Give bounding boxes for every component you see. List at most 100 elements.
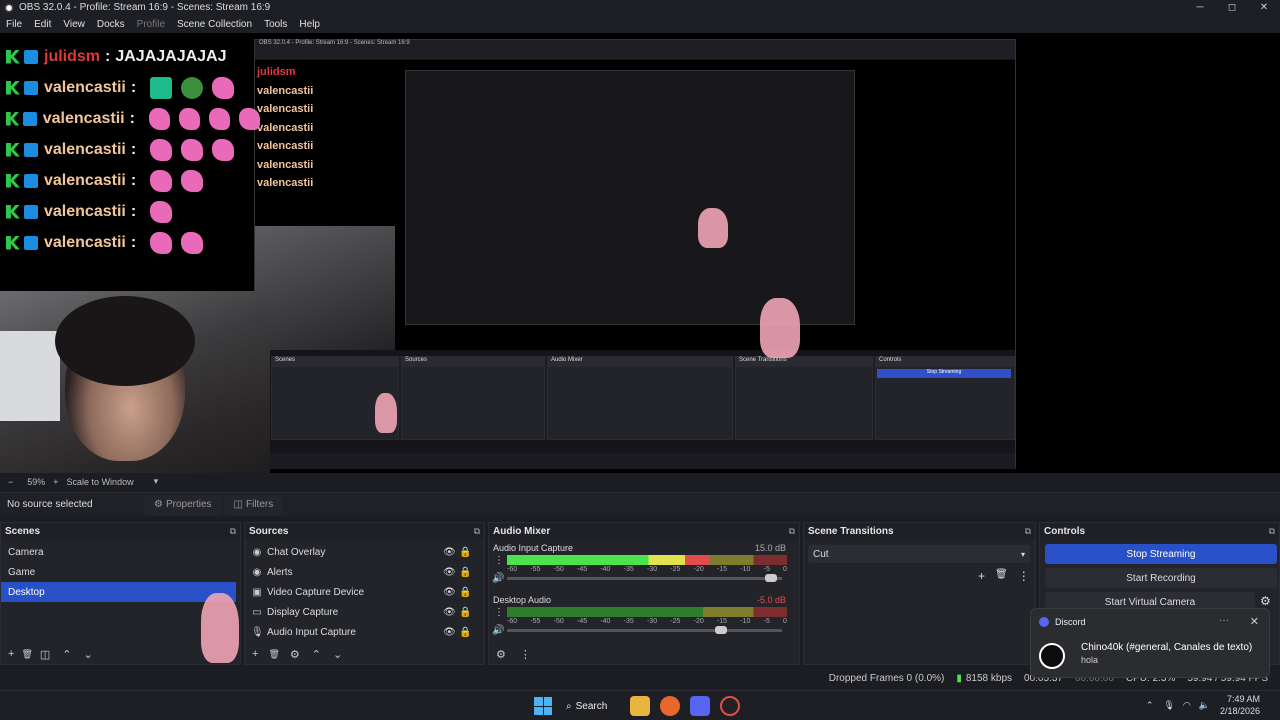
volume-slider[interactable]	[507, 574, 782, 582]
minimize-button[interactable]: ─	[1184, 0, 1216, 15]
move-scene-down-button[interactable]: ⌄	[84, 648, 93, 661]
browser-source-icon: ◉	[252, 566, 262, 578]
source-item[interactable]: ▣ Video Capture Device 👁 🔒	[245, 582, 484, 602]
scene-item-desktop[interactable]: Desktop	[1, 582, 236, 602]
source-item[interactable]: ◉ Chat Overlay 👁 🔒	[245, 542, 484, 562]
emote-icon	[150, 138, 173, 161]
channel-menu-icon[interactable]: ⋮	[494, 607, 504, 618]
visibility-eye-icon[interactable]: 👁	[443, 587, 456, 598]
emote-icon	[150, 169, 173, 192]
zoom-in-button[interactable]: +	[53, 477, 58, 487]
stop-streaming-button[interactable]: Stop Streaming	[1045, 544, 1277, 564]
volume-slider-knob[interactable]	[715, 626, 727, 634]
nested-chat-user: valencastii	[257, 177, 314, 189]
close-button[interactable]: ✕	[1248, 0, 1280, 15]
emote-icon	[181, 138, 204, 161]
volume-icon[interactable]: 🔈	[1199, 700, 1210, 711]
remove-transition-button[interactable]: 🗑	[995, 569, 1008, 583]
source-item[interactable]: ▭ Display Capture 👁 🔒	[245, 602, 484, 622]
scene-filters-button[interactable]: ◫	[40, 648, 50, 661]
scale-mode-select[interactable]: Scale to Window	[67, 477, 134, 487]
chat-message: valencastii :	[0, 165, 260, 196]
menu-edit[interactable]: Edit	[28, 19, 57, 30]
lock-icon[interactable]: 🔒	[459, 587, 471, 598]
add-scene-button[interactable]: +	[8, 648, 14, 660]
lock-icon[interactable]: 🔒	[459, 627, 471, 638]
chevron-down-icon[interactable]: ▾	[154, 476, 159, 487]
virtual-camera-settings-icon[interactable]: ⚙	[1260, 594, 1271, 608]
dock-undock-icon[interactable]: ⧉	[789, 526, 795, 537]
preview-canvas[interactable]: OBS 32.0.4 - Profile: Stream 16:9 - Scen…	[0, 33, 1280, 473]
source-item[interactable]: 🎙 Audio Input Capture 👁 🔒	[245, 622, 484, 642]
chat-message: valencastii :	[0, 227, 260, 258]
speaker-icon[interactable]: 🔊	[492, 573, 504, 584]
filters-button[interactable]: ◫ Filters	[223, 494, 284, 515]
zoom-out-button[interactable]: −	[8, 477, 13, 487]
transition-menu-icon[interactable]: ⋮	[1018, 569, 1030, 583]
add-source-button[interactable]: +	[252, 648, 258, 660]
move-source-up-button[interactable]: ⌃	[312, 648, 321, 661]
dock-undock-icon[interactable]: ⧉	[230, 526, 236, 537]
kick-badge-icon	[6, 204, 20, 219]
menu-view[interactable]: View	[57, 19, 91, 30]
webcam-feed	[0, 291, 270, 473]
menu-tools[interactable]: Tools	[258, 19, 293, 30]
maximize-button[interactable]: ◻	[1216, 0, 1248, 15]
tray-chevron-icon[interactable]: ⌃	[1146, 700, 1154, 711]
emote-icon	[208, 107, 230, 130]
discord-notification[interactable]: Discord ··· ✕ Chino40k (#general, Canale…	[1030, 608, 1270, 678]
firefox-icon[interactable]	[660, 696, 680, 716]
volume-slider-knob[interactable]	[764, 574, 777, 582]
level-meter	[507, 607, 787, 617]
remove-source-button[interactable]: 🗑	[268, 649, 279, 660]
menu-scene-collection[interactable]: Scene Collection	[171, 19, 258, 30]
visibility-eye-icon[interactable]: 👁	[443, 627, 456, 638]
dock-undock-icon[interactable]: ⧉	[474, 526, 480, 537]
add-transition-button[interactable]: +	[978, 569, 985, 583]
obs-icon[interactable]	[720, 696, 740, 716]
wifi-icon[interactable]: ◠	[1183, 700, 1191, 711]
file-explorer-icon[interactable]	[630, 696, 650, 716]
menu-docks[interactable]: Docks	[91, 19, 131, 30]
move-scene-up-button[interactable]: ⌃	[62, 648, 71, 661]
move-source-down-button[interactable]: ⌄	[333, 648, 342, 661]
windows-start-icon[interactable]	[534, 697, 552, 715]
start-recording-button[interactable]: Start Recording	[1045, 568, 1277, 588]
microphone-icon[interactable]: 🎙	[1163, 700, 1174, 711]
meter-ticks: -60 -55 -50 -45 -40 -35 -30 -25 -20 -15 -10 -5 0	[507, 618, 787, 625]
lock-icon[interactable]: 🔒	[459, 547, 471, 558]
mixer-menu-icon[interactable]: ⋮	[520, 648, 531, 661]
menu-help[interactable]: Help	[293, 19, 326, 30]
properties-button[interactable]: ⚙ Properties	[144, 494, 222, 515]
taskbar-search[interactable]: ⌕ Search	[566, 695, 620, 717]
chat-username: valencastii	[42, 109, 125, 127]
visibility-eye-icon[interactable]: 👁	[443, 607, 456, 618]
discord-icon[interactable]	[690, 696, 710, 716]
taskbar-clock[interactable]: 7:49 AM 2/18/2026	[1220, 693, 1260, 717]
menu-profile[interactable]: Profile	[131, 19, 171, 30]
close-notification-button[interactable]: ✕	[1250, 615, 1259, 628]
dock-undock-icon[interactable]: ⧉	[1269, 526, 1275, 537]
visibility-eye-icon[interactable]: 👁	[443, 547, 456, 558]
source-properties-button[interactable]: ⚙	[290, 648, 300, 661]
transition-select[interactable]: Cut ▾	[808, 545, 1030, 563]
remove-scene-button[interactable]: 🗑	[21, 649, 32, 660]
dock-undock-icon[interactable]: ⧉	[1025, 526, 1031, 537]
lock-icon[interactable]: 🔒	[459, 607, 471, 618]
camera-icon: ▣	[252, 586, 262, 598]
scene-item-camera[interactable]: Camera	[1, 542, 240, 562]
source-item[interactable]: ◉ Alerts 👁 🔒	[245, 562, 484, 582]
volume-slider[interactable]	[507, 626, 782, 634]
lock-icon[interactable]: 🔒	[459, 567, 471, 578]
channel-db: 15.0 dB	[754, 543, 786, 553]
visibility-eye-icon[interactable]: 👁	[443, 567, 456, 578]
scene-item-game[interactable]: Game	[1, 562, 240, 582]
speaker-icon[interactable]: 🔊	[492, 625, 504, 636]
nested-taskbar	[255, 453, 1015, 469]
webcam-hair	[55, 296, 195, 386]
advanced-audio-icon[interactable]: ⚙	[496, 648, 506, 661]
system-tray: ⌃ 🎙 ◠ 🔈 7:49 AM 2/18/2026	[1146, 693, 1260, 717]
menu-file[interactable]: File	[0, 19, 28, 30]
channel-menu-icon[interactable]: ⋮	[494, 555, 504, 566]
more-options-icon[interactable]: ···	[1219, 615, 1229, 626]
